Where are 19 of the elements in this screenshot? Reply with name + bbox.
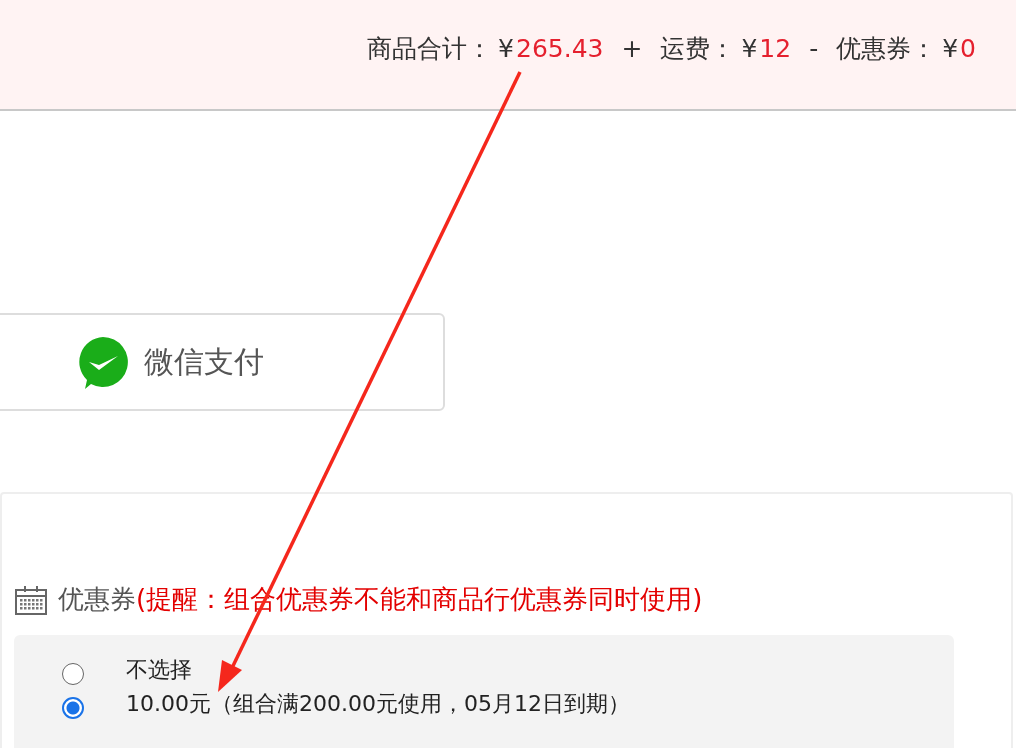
- currency-symbol: ¥: [942, 34, 959, 63]
- wechat-pay-button[interactable]: 微信支付: [0, 313, 445, 411]
- radio-button[interactable]: [62, 663, 84, 685]
- summary-amount: 265.43: [516, 34, 604, 63]
- summary-amount: 0: [960, 34, 976, 63]
- operator-sign: +: [621, 34, 643, 63]
- currency-symbol: ¥: [741, 34, 758, 63]
- chat-check-icon: [76, 335, 130, 389]
- coupon-option-label[interactable]: 不选择: [126, 655, 192, 685]
- operator-sign: -: [809, 34, 819, 63]
- summary-amount: 12: [759, 34, 792, 63]
- coupon-option-label[interactable]: 10.00元（组合满200.00元使用，05月12日到期）: [126, 689, 630, 719]
- coupon-title: 优惠券: [58, 583, 136, 616]
- summary-label: 优惠券：: [836, 33, 937, 65]
- summary-label: 商品合计：: [367, 33, 493, 65]
- summary-label: 运费：: [660, 33, 736, 65]
- calendar-icon: [14, 583, 48, 616]
- radio-button[interactable]: [62, 697, 84, 719]
- currency-symbol: ¥: [498, 34, 514, 63]
